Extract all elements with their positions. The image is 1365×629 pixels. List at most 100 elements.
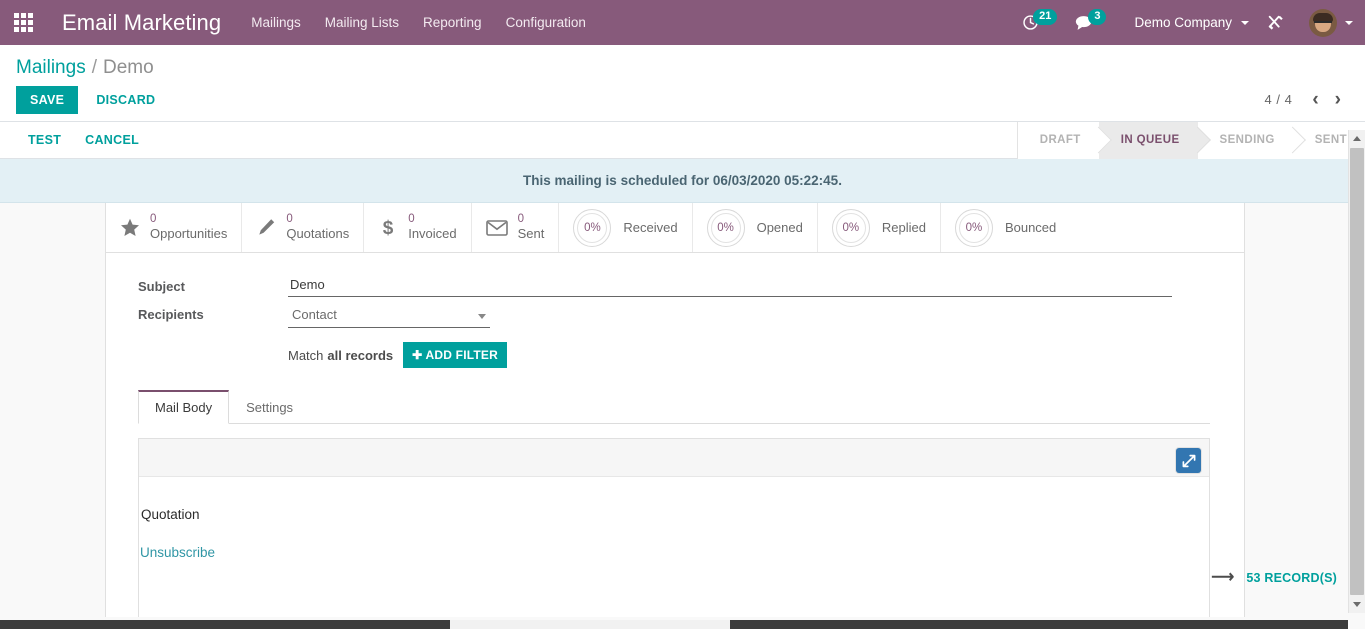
tab-label: Settings [246,400,294,415]
user-menu[interactable] [1294,0,1357,45]
percent-ring: 0% [954,208,993,247]
stat-value: 0 [408,213,415,226]
envelope-icon [485,219,508,236]
stat-button-invoiced[interactable]: $ 0 Invoiced [364,203,472,252]
apps-grid-icon[interactable] [0,0,46,45]
add-filter-button[interactable]: ✚ ADD FILTER [403,342,507,368]
save-button[interactable]: SAVE [16,85,79,114]
breadcrumb-root-link[interactable]: Mailings [16,57,86,79]
star-icon [120,218,140,237]
company-name-label: Demo Company [1134,15,1232,30]
caret-down-icon [1353,602,1361,607]
recipients-select[interactable]: Contact [288,303,490,328]
tab-label: Mail Body [155,400,213,415]
test-button[interactable]: TEST [16,127,73,153]
recipients-selected-value: Contact [292,307,337,322]
subject-input[interactable] [288,275,1172,297]
field-row-recipients: Recipients Contact Match all records ✚ A… [138,303,1210,368]
notebook: Mail Body Settings Quotation Unsubscribe [138,390,1210,617]
stat-button-received[interactable]: 0% Received [559,203,693,252]
scheduled-alert: This mailing is scheduled for 06/03/2020… [0,159,1365,203]
stat-buttons-row: 0 Opportunities 0 Quotations $ 0 Invoice… [106,203,1244,253]
activity-menu[interactable]: 21 [1013,0,1066,45]
stat-label: Invoiced [408,225,457,241]
statusbar-step-label: SENT [1314,134,1347,146]
vertical-scrollbar[interactable] [1348,130,1365,613]
messaging-menu[interactable]: 3 [1066,0,1115,45]
pager-next-button[interactable]: › [1327,90,1349,109]
statusbar-step-label: IN QUEUE [1120,134,1180,146]
add-filter-label: ADD FILTER [425,348,498,362]
stat-value: 0 [286,213,293,226]
mail-body-paragraph: Quotation [141,507,200,522]
breadcrumb-current: Demo [102,56,154,78]
editor-content[interactable]: Quotation Unsubscribe [139,477,1209,617]
pager-previous-button[interactable]: ‹ [1304,90,1326,109]
percent-ring: 0% [831,208,870,247]
stat-button-bounced[interactable]: 0% Bounced [941,203,1070,252]
menu-item-configuration[interactable]: Configuration [494,0,598,45]
recipients-control: Contact Match all records ✚ ADD FILTER [288,303,1210,368]
tab-settings[interactable]: Settings [229,390,310,424]
unsubscribe-link[interactable]: Unsubscribe [140,545,215,560]
menu-item-reporting[interactable]: Reporting [411,0,494,45]
scroll-down-button[interactable] [1349,596,1365,613]
breadcrumb-separator: / [91,56,97,78]
stat-text: 0 Opportunities [150,213,227,241]
menu-item-mailings[interactable]: Mailings [239,0,313,45]
match-value-label: all records [327,347,394,363]
field-row-subject: Subject [138,275,1210,297]
stat-button-sent[interactable]: 0 Sent [472,203,560,252]
stat-button-opened[interactable]: 0% Opened [693,203,818,252]
tab-mail-body[interactable]: Mail Body [138,390,230,424]
subject-label: Subject [138,279,185,294]
control-panel: Mailings / Demo SAVE DISCARD 4 / 4 ‹ › [0,45,1365,122]
statusbar: DRAFT IN QUEUE SENDING SENT [1016,121,1365,159]
scroll-up-button[interactable] [1349,130,1365,147]
expand-arrows-icon[interactable] [1176,448,1201,473]
stat-label: Replied [881,220,926,235]
menu-item-mailing-lists[interactable]: Mailing Lists [313,0,411,45]
horizontal-scrollbar-thumb-left[interactable] [0,620,450,629]
stat-text: 0 Invoiced [408,213,456,241]
cancel-button[interactable]: CANCEL [73,127,151,153]
debug-menu[interactable] [1258,0,1294,45]
statusbar-step-in-queue[interactable]: IN QUEUE [1098,121,1198,159]
stat-label: Quotations [286,225,350,241]
stat-button-opportunities[interactable]: 0 Opportunities [106,203,243,252]
top-navbar: Email Marketing Mailings Mailing Lists R… [0,0,1365,45]
stat-label: Sent [517,225,545,241]
horizontal-scrollbar-thumb-right[interactable] [730,620,1348,629]
tab-panel-mail-body: Quotation Unsubscribe [138,424,1210,617]
mail-body-editor[interactable]: Quotation Unsubscribe [138,438,1210,617]
percent-value: 0% [842,221,860,234]
stat-label: Opened [756,220,803,235]
percent-value: 0% [717,221,734,234]
stat-label: Bounced [1004,220,1057,235]
discard-button[interactable]: DISCARD [84,86,167,114]
plus-icon: ✚ [412,348,423,362]
records-count-link[interactable]: ⟶ 53 RECORD(S) [1211,570,1337,586]
company-switcher[interactable]: Demo Company [1115,0,1258,45]
horizontal-scrollbar[interactable] [0,620,1348,629]
navbar-systray: 21 3 Demo Company [1013,0,1365,45]
stat-text: 0 Sent [518,213,545,241]
stat-label: Opportunities [150,225,228,241]
form-fields: Subject Recipients Contact Match all rec… [106,253,1244,617]
vertical-scrollbar-thumb[interactable] [1350,148,1364,595]
percent-value: 0% [965,221,983,234]
chevron-down-icon [1241,20,1249,25]
statusbar-step-sending[interactable]: SENDING [1197,121,1293,159]
stat-value: 0 [517,213,525,226]
stat-button-replied[interactable]: 0% Replied [818,203,941,252]
pencil-icon [256,218,276,237]
stat-label: Received [623,220,678,235]
statusbar-step-label: DRAFT [1039,134,1081,146]
percent-ring: 0% [573,208,612,247]
pager: 4 / 4 ‹ › [1265,90,1349,109]
stat-button-quotations[interactable]: 0 Quotations [242,203,365,252]
status-action-bar: TEST CANCEL DRAFT IN QUEUE SENDING SENT [0,121,1365,159]
recipients-label: Recipients [138,307,204,322]
statusbar-step-draft[interactable]: DRAFT [1017,121,1099,159]
form-sheet-wrapper: 0 Opportunities 0 Quotations $ 0 Invoice… [0,203,1365,617]
